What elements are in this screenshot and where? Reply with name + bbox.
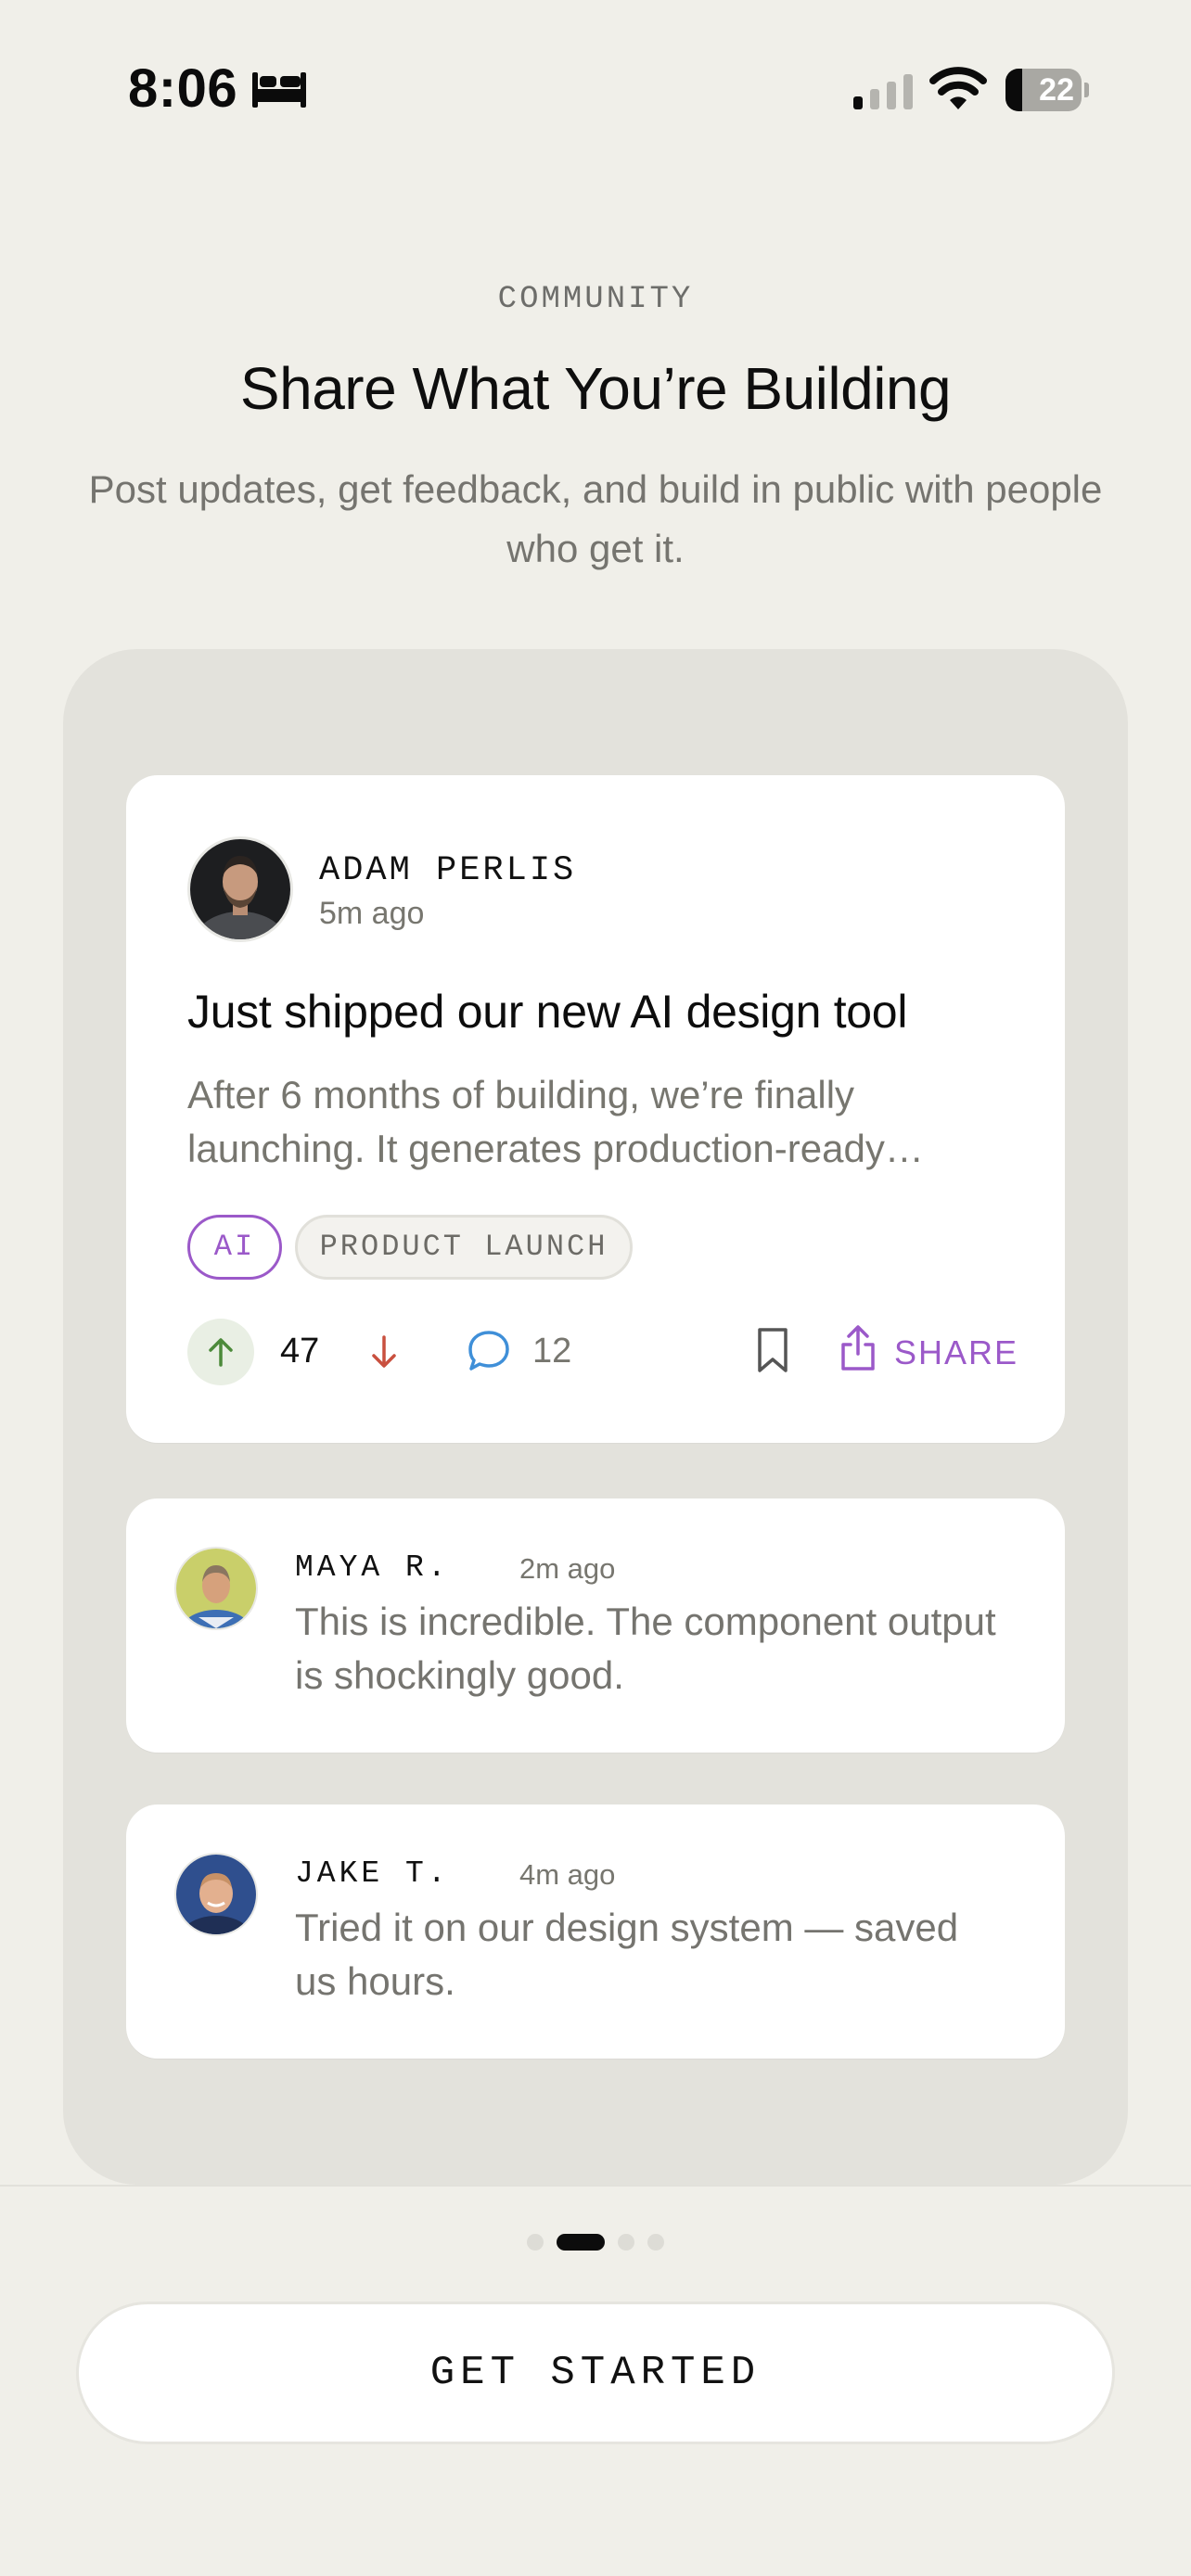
page-subtitle: Post updates, get feedback, and build in… (88, 467, 1103, 570)
status-time: 8:06 (128, 58, 238, 119)
bookmark-icon[interactable] (753, 1326, 792, 1374)
feed-preview-panel: ADAM PERLIS 5m ago Just shipped our new … (63, 649, 1128, 2185)
page-dot[interactable] (527, 2234, 544, 2251)
comment-author[interactable]: MAYA R. (295, 1550, 450, 1585)
comment-timestamp: 4m ago (519, 1858, 616, 1891)
signal-icon (853, 74, 913, 109)
page-dot-active[interactable] (557, 2234, 605, 2251)
divider (0, 2185, 1191, 2187)
comment-author[interactable]: JAKE T. (295, 1856, 450, 1891)
comment-card[interactable]: MAYA R. 2m ago This is incredible. The c… (126, 1498, 1065, 1753)
post-title[interactable]: Just shipped our new AI design tool (187, 985, 907, 1039)
post-timestamp: 5m ago (319, 896, 425, 931)
downvote-icon[interactable] (365, 1332, 403, 1372)
comment-icon[interactable] (466, 1328, 512, 1374)
post-author[interactable]: ADAM PERLIS (319, 851, 576, 890)
upvote-button[interactable] (187, 1319, 254, 1385)
avatar[interactable] (174, 1547, 258, 1630)
tag-ai[interactable]: AI (187, 1215, 282, 1280)
avatar[interactable] (174, 1853, 258, 1936)
section-eyebrow: COMMUNITY (497, 282, 694, 317)
upvote-icon (209, 1338, 233, 1367)
comment-text: Tried it on our design system — saved us… (295, 1906, 959, 2003)
comment-text: This is incredible. The component output… (295, 1600, 996, 1697)
get-started-label: GET STARTED (429, 2350, 762, 2396)
post-card[interactable]: ADAM PERLIS 5m ago Just shipped our new … (126, 775, 1065, 1443)
tag-product-launch[interactable]: PRODUCT LAUNCH (295, 1215, 633, 1280)
avatar[interactable] (187, 836, 293, 942)
battery-level: 22 (1039, 72, 1074, 108)
page-title: Share What You’re Building (239, 355, 952, 422)
bed-icon (252, 72, 306, 108)
page-dot[interactable] (647, 2234, 664, 2251)
page-indicator (0, 2234, 1191, 2252)
comment-card[interactable]: JAKE T. 4m ago Tried it on our design sy… (126, 1804, 1065, 2059)
wifi-icon (929, 67, 987, 109)
share-button[interactable]: SHARE (894, 1333, 1018, 1372)
status-bar: 8:06 22 (0, 0, 1191, 185)
get-started-button[interactable]: GET STARTED (76, 2302, 1115, 2444)
onboarding-screen: 8:06 22 COMMUNITY Share What You’re Buil… (0, 0, 1191, 2576)
share-icon[interactable] (837, 1322, 879, 1374)
post-excerpt: After 6 months of building, we’re finall… (187, 1073, 924, 1170)
battery-icon: 22 (1005, 69, 1089, 111)
vote-score: 47 (280, 1332, 320, 1371)
page-dot[interactable] (618, 2234, 634, 2251)
comment-count[interactable]: 12 (532, 1332, 571, 1371)
comment-timestamp: 2m ago (519, 1552, 616, 1585)
